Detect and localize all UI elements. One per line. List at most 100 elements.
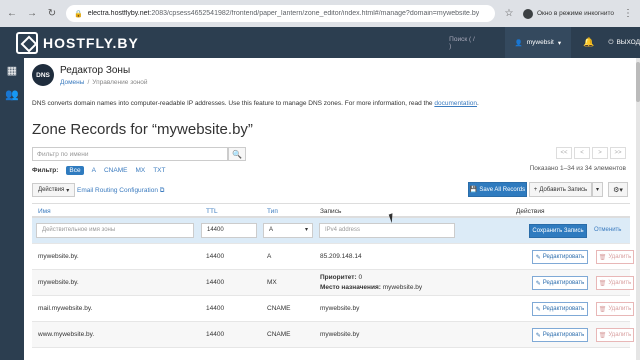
bell-icon[interactable]: 🔔 xyxy=(583,37,594,48)
pencil-icon: ✎ xyxy=(535,254,541,261)
save-record-button[interactable]: Сохранить Запись xyxy=(529,224,587,238)
page-scrollbar[interactable] xyxy=(636,58,640,360)
delete-label: Удалить xyxy=(608,306,632,312)
record-type: CNAME xyxy=(267,305,291,312)
record-name: mail.mywebsite.by. xyxy=(38,305,93,312)
prev-page-button[interactable]: < xyxy=(574,147,590,159)
address-bar[interactable]: 🔒 electra.hostflyby.net:2083/cpsess46525… xyxy=(66,5,495,22)
filter-type-all[interactable]: Все xyxy=(66,166,84,175)
logout-icon: ⏻ xyxy=(608,38,614,46)
add-record-button[interactable]: + Добавить Запись xyxy=(529,182,592,197)
record-address-input[interactable]: IPv4 address xyxy=(319,223,455,238)
filter-type-cname[interactable]: CNAME xyxy=(104,167,127,174)
dns-icon: DNS xyxy=(32,64,54,86)
grid-icon[interactable]: ▦ xyxy=(0,58,24,82)
edit-button[interactable]: ✎ Редактировать xyxy=(532,302,588,316)
priority-value: 0 xyxy=(358,274,363,281)
table-row: mywebsite.by. 14400 A 85.209.148.14 ✎ Ред… xyxy=(32,244,634,270)
table-row: mail.mywebsite.by. 14400 CNAME mywebsite… xyxy=(32,296,634,322)
trash-icon: 🗑 xyxy=(598,280,607,287)
mx-priority: Приоритет: 0 xyxy=(320,274,362,281)
header-search[interactable]: Поиск ( / ) xyxy=(449,36,478,50)
settings-button[interactable]: ⚙▾ xyxy=(608,182,628,197)
table-header: Имя TTL Тип Запись Действия xyxy=(32,203,630,218)
edit-button[interactable]: ✎ Редактировать xyxy=(532,250,588,264)
column-name-header[interactable]: Имя xyxy=(38,208,51,215)
back-arrow-icon[interactable]: ← xyxy=(6,8,18,20)
record-value: mywebsite.by xyxy=(320,331,360,338)
users-icon[interactable]: 👥 xyxy=(0,82,24,106)
filter-type-a[interactable]: A xyxy=(92,167,96,174)
browser-menu-icon[interactable]: ⋮ xyxy=(622,8,634,20)
last-page-button[interactable]: >> xyxy=(610,147,626,159)
column-type-header[interactable]: Тип xyxy=(267,208,278,215)
column-ttl-header[interactable]: TTL xyxy=(206,208,218,215)
table-row: www.mywebsite.by. 14400 CNAME mywebsite.… xyxy=(32,322,634,348)
breadcrumb: Домены / Управление зоной xyxy=(60,79,148,86)
destination-label: Место назначения: xyxy=(320,284,381,291)
ttl-input[interactable]: 14400 xyxy=(201,223,257,238)
add-record-dropdown-toggle[interactable]: ▾ xyxy=(592,182,603,197)
edit-label: Редактировать xyxy=(542,332,585,338)
search-icon: 🔍 xyxy=(232,149,242,159)
logo-icon xyxy=(16,31,38,54)
gear-icon: ⚙▾ xyxy=(613,186,623,194)
items-shown-text: Показано 1–34 из 34 элементов xyxy=(529,165,626,172)
app-header: HOSTFLY.BY Поиск ( / ) 👤 mywebsit ▾ 🔔 ⏻ … xyxy=(0,27,640,58)
record-name-input[interactable]: Действительное имя зоны xyxy=(36,223,194,238)
edit-button[interactable]: ✎ Редактировать xyxy=(532,328,588,342)
new-record-row: Действительное имя зоны 14400 A ▾ IPv4 a… xyxy=(32,218,630,244)
logo[interactable]: HOSTFLY.BY xyxy=(0,31,299,54)
filter-input[interactable]: Фильтр по имени xyxy=(32,147,228,161)
chevron-down-icon: ▾ xyxy=(557,39,562,47)
search-button[interactable]: 🔍 xyxy=(228,147,246,161)
record-type: MX xyxy=(267,279,277,286)
save-all-records-button[interactable]: 💾 Save All Records xyxy=(468,182,527,197)
trash-icon: 🗑 xyxy=(598,306,607,313)
filter-type-mx[interactable]: MX xyxy=(135,167,145,174)
next-page-button[interactable]: > xyxy=(592,147,608,159)
first-page-button[interactable]: << xyxy=(556,147,572,159)
filter-label: Фильтр: xyxy=(32,167,59,174)
delete-button[interactable]: 🗑 Удалить xyxy=(596,276,634,290)
incognito-indicator[interactable]: Окно в режиме инкогнито xyxy=(522,8,614,19)
forward-arrow-icon[interactable]: → xyxy=(26,8,38,20)
email-routing-link[interactable]: Email Routing Configuration ⧉ xyxy=(77,187,164,195)
incognito-icon xyxy=(522,8,533,19)
page-title: Редактор Зоны xyxy=(60,64,131,76)
screen: ← → ↻ 🔒 electra.hostflyby.net:2083/cpses… xyxy=(0,0,640,360)
delete-button[interactable]: 🗑 Удалить xyxy=(596,302,634,316)
delete-button[interactable]: 🗑 Удалить xyxy=(596,250,634,264)
incognito-label: Окно в режиме инкогнито xyxy=(536,10,614,17)
breadcrumb-separator: / xyxy=(87,78,90,86)
type-select-value: A xyxy=(269,227,274,233)
star-icon[interactable]: ☆ xyxy=(503,8,515,20)
documentation-link[interactable]: documentation xyxy=(434,100,477,107)
plus-icon: + xyxy=(533,186,538,193)
pencil-icon: ✎ xyxy=(535,280,541,287)
logout-button[interactable]: ⏻ ВЫХОД xyxy=(608,39,640,47)
cancel-button[interactable]: Отменить xyxy=(594,227,621,233)
delete-button[interactable]: 🗑 Удалить xyxy=(596,328,634,342)
edit-label: Редактировать xyxy=(542,306,585,312)
caret-down-icon: ▾ xyxy=(66,187,70,194)
search-label: Поиск ( / ) xyxy=(449,35,475,50)
url-path: :2083/cpsess4652541982/frontend/paper_la… xyxy=(149,10,480,17)
filter-type-txt[interactable]: TXT xyxy=(153,167,165,174)
breadcrumb-home-link[interactable]: Домены xyxy=(60,79,84,86)
lock-icon: 🔒 xyxy=(74,10,83,18)
page-scrollbar-thumb[interactable] xyxy=(636,62,640,102)
record-type: A xyxy=(267,253,272,260)
type-select[interactable]: A ▾ xyxy=(263,223,313,238)
user-menu[interactable]: 👤 mywebsit ▾ xyxy=(504,27,572,58)
actions-dropdown[interactable]: Действия ▾ xyxy=(32,183,76,197)
reload-icon[interactable]: ↻ xyxy=(46,8,58,20)
edit-button[interactable]: ✎ Редактировать xyxy=(532,276,588,290)
page-description: DNS converts domain names into computer-… xyxy=(32,100,479,107)
delete-label: Удалить xyxy=(608,254,632,260)
delete-label: Удалить xyxy=(608,280,632,286)
description-text: DNS converts domain names into computer-… xyxy=(32,100,435,107)
record-ttl: 14400 xyxy=(206,305,225,312)
external-link-icon: ⧉ xyxy=(159,187,165,194)
actions-label: Действия xyxy=(38,187,65,193)
